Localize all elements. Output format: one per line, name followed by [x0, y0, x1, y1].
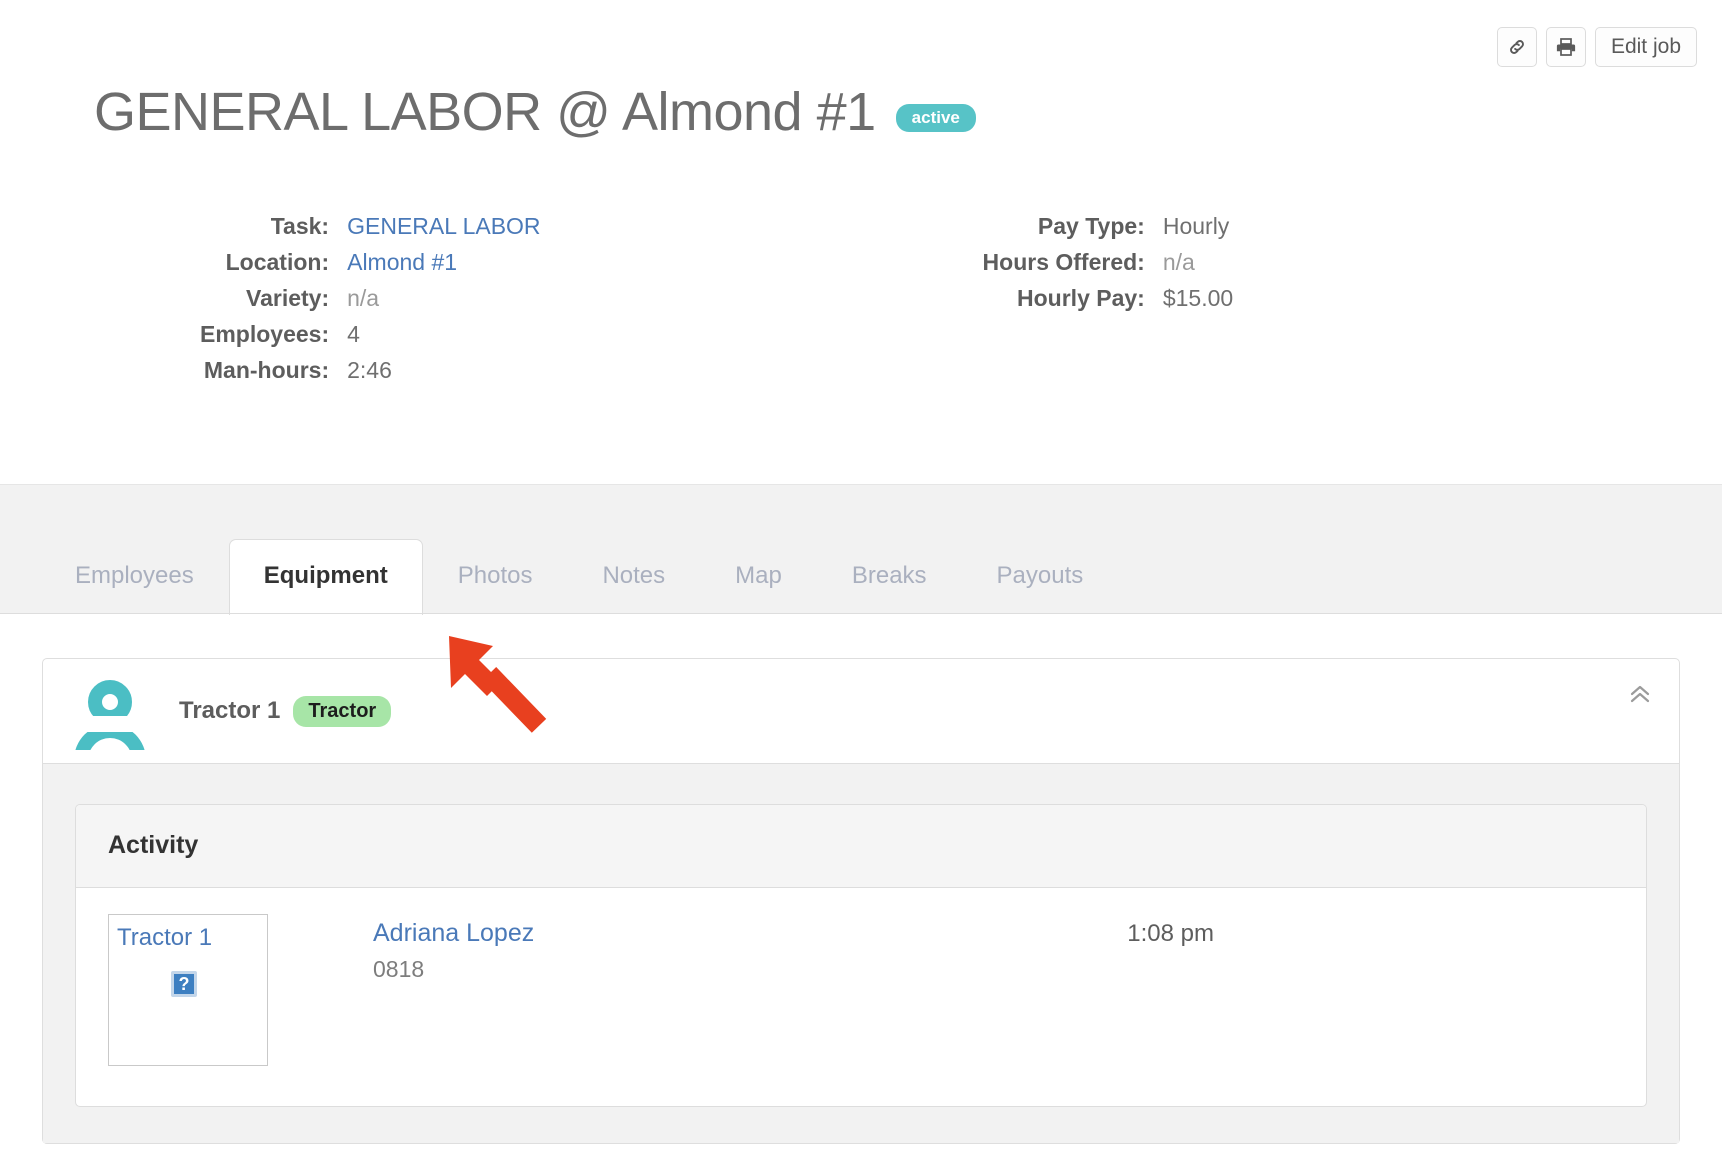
- link-icon: [1507, 37, 1527, 57]
- tab-breaks[interactable]: Breaks: [817, 539, 962, 614]
- equipment-card: Tractor 1 Tractor Activity Tractor 1 ? A…: [42, 658, 1680, 1144]
- page-header: GENERAL LABOR @ Almond #1 active: [94, 85, 976, 139]
- info-label: Task:: [270, 213, 330, 239]
- edit-job-button[interactable]: Edit job: [1594, 27, 1697, 67]
- collapse-card-button[interactable]: [1627, 683, 1653, 710]
- info-value-variety: n/a: [347, 285, 380, 311]
- job-summary-left-column: Task: GENERAL LABOR Location: Almond #1 …: [200, 208, 541, 388]
- activity-row: Tractor 1 ? Adriana Lopez 0818 1:08 pm: [76, 888, 1646, 1106]
- equipment-card-header: Tractor 1 Tractor: [43, 659, 1679, 763]
- activity-detail-text: 0818: [373, 956, 425, 982]
- info-value-hourly-pay: $15.00: [1162, 285, 1234, 311]
- activity-panel-title: Activity: [76, 805, 1646, 888]
- info-label: Man-hours:: [203, 357, 330, 383]
- tab-equipment[interactable]: Equipment: [228, 539, 423, 615]
- info-label: Hours Offered:: [982, 249, 1145, 275]
- info-value-hours-offered: n/a: [1162, 249, 1195, 275]
- avatar: [71, 672, 149, 750]
- chevron-double-up-icon: [1627, 683, 1653, 710]
- job-summary: Task: GENERAL LABOR Location: Almond #1 …: [0, 208, 1722, 388]
- tab-notes[interactable]: Notes: [567, 539, 700, 614]
- tab-bar-divider: [0, 613, 1722, 614]
- status-badge: active: [895, 104, 976, 132]
- broken-image-icon: ?: [171, 971, 197, 997]
- activity-person-link[interactable]: Adriana Lopez: [373, 919, 534, 948]
- equipment-card-body: Activity Tractor 1 ? Adriana Lopez 0818 …: [43, 763, 1679, 1143]
- tab-bar: Employees Equipment Photos Notes Map Bre…: [0, 484, 1722, 615]
- tab-list: Employees Equipment Photos Notes Map Bre…: [40, 539, 1119, 615]
- tab-photos[interactable]: Photos: [423, 539, 568, 614]
- job-summary-right-column: Pay Type: Hourly Hours Offered: n/a Hour…: [983, 208, 1234, 388]
- printer-icon: [1555, 37, 1577, 57]
- page-title: GENERAL LABOR @ Almond #1: [94, 82, 876, 142]
- info-label: Variety:: [246, 285, 330, 311]
- info-label: Employees:: [200, 321, 330, 347]
- info-value-pay-type: Hourly: [1162, 213, 1230, 239]
- info-label: Hourly Pay:: [1017, 285, 1145, 311]
- tab-map[interactable]: Map: [700, 539, 817, 614]
- copy-link-button[interactable]: [1496, 27, 1537, 67]
- info-value-task[interactable]: GENERAL LABOR: [347, 208, 540, 244]
- equipment-type-badge: Tractor: [293, 695, 392, 727]
- print-button[interactable]: [1545, 27, 1586, 67]
- info-value-man-hours: 2:46: [347, 357, 392, 383]
- activity-details: Adriana Lopez 0818: [373, 914, 534, 983]
- activity-thumbnail[interactable]: Tractor 1 ?: [108, 914, 268, 1066]
- info-value-location[interactable]: Almond #1: [347, 244, 540, 280]
- info-label: Location:: [225, 249, 330, 275]
- thumbnail-alt-text[interactable]: Tractor 1: [117, 924, 267, 952]
- activity-timestamp: 1:08 pm: [1127, 920, 1214, 947]
- page-toolbar: Edit job: [1496, 27, 1697, 67]
- tab-payouts[interactable]: Payouts: [962, 539, 1119, 614]
- info-label: Pay Type:: [1037, 213, 1145, 239]
- equipment-name: Tractor 1: [179, 697, 281, 724]
- activity-panel: Activity Tractor 1 ? Adriana Lopez 0818 …: [75, 804, 1647, 1107]
- info-value-employees: 4: [347, 321, 360, 347]
- tab-employees[interactable]: Employees: [40, 539, 229, 614]
